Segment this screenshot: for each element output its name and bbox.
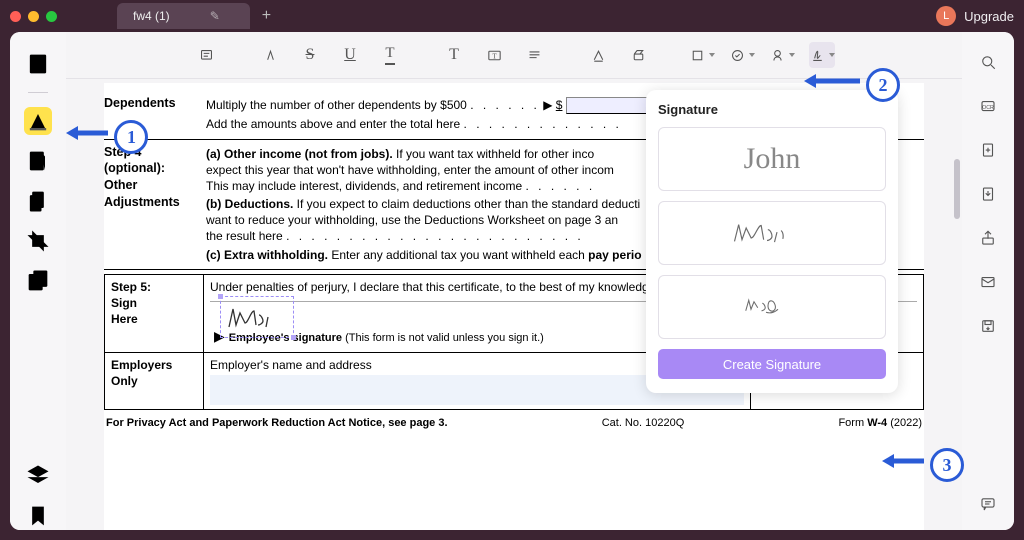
text-icon: T bbox=[385, 45, 394, 65]
step4-label: Step 4 (optional): Other Adjustments bbox=[104, 140, 206, 269]
arrow-icon bbox=[802, 71, 862, 91]
arrow-icon bbox=[880, 451, 926, 471]
signature-option-1[interactable]: John bbox=[658, 127, 886, 191]
left-sidebar bbox=[10, 32, 66, 530]
signature-option-2[interactable] bbox=[658, 201, 886, 265]
paragraph-icon bbox=[526, 47, 543, 64]
close-window-icon[interactable] bbox=[10, 11, 21, 22]
rightbar-comment[interactable] bbox=[976, 492, 1000, 516]
signature-option-3[interactable] bbox=[658, 275, 886, 339]
rename-tab-icon[interactable]: ✎ bbox=[210, 9, 220, 23]
rightbar-convert[interactable] bbox=[976, 138, 1000, 162]
crop-icon bbox=[24, 227, 52, 255]
tool-shape[interactable] bbox=[689, 42, 715, 68]
tool-paragraph[interactable] bbox=[521, 42, 547, 68]
search-icon bbox=[979, 53, 997, 71]
eraser-icon bbox=[630, 47, 647, 64]
thumbnail-icon bbox=[24, 50, 52, 78]
sidebar-crop[interactable] bbox=[24, 227, 52, 255]
strike-icon: S bbox=[306, 46, 315, 64]
scrollbar-thumb[interactable] bbox=[954, 159, 960, 219]
layers-icon bbox=[24, 462, 52, 490]
upgrade-label: Upgrade bbox=[964, 9, 1014, 24]
rightbar-search[interactable] bbox=[976, 50, 1000, 74]
tool-textbox[interactable]: T bbox=[481, 42, 507, 68]
marker-icon bbox=[262, 47, 279, 64]
export-icon bbox=[979, 185, 997, 203]
step5-label: Step 5: Sign Here bbox=[105, 275, 204, 352]
tool-text-style[interactable]: T bbox=[377, 42, 403, 68]
stamp-icon bbox=[729, 47, 746, 64]
form-icon bbox=[24, 147, 52, 175]
titlebar: fw4 (1) ✎ + L Upgrade bbox=[0, 0, 1024, 32]
rightbar-save[interactable] bbox=[976, 314, 1000, 338]
underline-icon: U bbox=[344, 46, 356, 64]
callout-1: 1 bbox=[64, 120, 148, 154]
sidebar-versions[interactable] bbox=[24, 267, 52, 295]
create-signature-button[interactable]: Create Signature bbox=[658, 349, 886, 379]
tool-underline[interactable]: U bbox=[337, 42, 363, 68]
callout-2: 2 bbox=[802, 68, 900, 102]
callout-3: 3 bbox=[880, 448, 964, 482]
arrow-icon bbox=[64, 123, 110, 143]
share-icon bbox=[979, 229, 997, 247]
tool-stamp[interactable] bbox=[729, 42, 755, 68]
pages-icon bbox=[24, 187, 52, 215]
mail-icon bbox=[979, 273, 997, 291]
shape-icon bbox=[689, 47, 706, 64]
page-footer: For Privacy Act and Paperwork Reduction … bbox=[104, 416, 924, 431]
tool-highlight[interactable] bbox=[257, 42, 283, 68]
tool-add-text[interactable]: T bbox=[441, 42, 467, 68]
ocr-icon: OCR bbox=[979, 97, 997, 115]
employers-label: Employers Only bbox=[105, 353, 204, 409]
signature-glyph bbox=[221, 297, 293, 337]
avatar: L bbox=[936, 6, 956, 26]
signature-popover-title: Signature bbox=[658, 102, 886, 117]
svg-text:OCR: OCR bbox=[982, 105, 994, 111]
rightbar-ocr[interactable]: OCR bbox=[976, 94, 1000, 118]
highlighter-icon bbox=[24, 107, 52, 135]
tool-strikethrough[interactable]: S bbox=[297, 42, 323, 68]
sidebar-bookmark[interactable] bbox=[24, 502, 52, 530]
pen-icon bbox=[590, 47, 607, 64]
tool-note[interactable] bbox=[193, 42, 219, 68]
save-icon bbox=[979, 317, 997, 335]
svg-text:T: T bbox=[492, 52, 497, 60]
bookmark-icon bbox=[24, 502, 52, 530]
rightbar-mail[interactable] bbox=[976, 270, 1000, 294]
sidebar-thumbnail[interactable] bbox=[24, 50, 52, 78]
sidebar-fill-form[interactable] bbox=[24, 147, 52, 175]
textbox-icon: T bbox=[486, 47, 503, 64]
minimize-window-icon[interactable] bbox=[28, 11, 39, 22]
note-icon bbox=[198, 47, 215, 64]
rightbar-export[interactable] bbox=[976, 182, 1000, 206]
convert-icon bbox=[979, 141, 997, 159]
document-tab[interactable]: fw4 (1) ✎ bbox=[117, 3, 250, 29]
signature-popover: Signature John Create Signature bbox=[646, 90, 898, 393]
versions-icon bbox=[24, 267, 52, 295]
tool-eraser[interactable] bbox=[625, 42, 651, 68]
rightbar-share[interactable] bbox=[976, 226, 1000, 250]
tool-signature[interactable] bbox=[809, 42, 835, 68]
maximize-window-icon[interactable] bbox=[46, 11, 57, 22]
sidebar-pages[interactable] bbox=[24, 187, 52, 215]
window-controls bbox=[10, 11, 57, 22]
upgrade-button[interactable]: L Upgrade bbox=[936, 6, 1014, 26]
text-add-icon: T bbox=[449, 46, 459, 64]
new-tab-button[interactable]: + bbox=[262, 7, 271, 25]
signature-icon bbox=[809, 47, 826, 64]
image-insert-icon bbox=[769, 47, 786, 64]
placed-signature[interactable] bbox=[220, 296, 294, 338]
tool-pen[interactable] bbox=[585, 42, 611, 68]
tool-insert-image[interactable] bbox=[769, 42, 795, 68]
tab-title: fw4 (1) bbox=[133, 9, 170, 23]
right-sidebar: OCR bbox=[962, 32, 1014, 530]
comment-icon bbox=[979, 495, 997, 513]
sidebar-highlight[interactable] bbox=[24, 107, 52, 135]
sidebar-layers[interactable] bbox=[24, 462, 52, 490]
